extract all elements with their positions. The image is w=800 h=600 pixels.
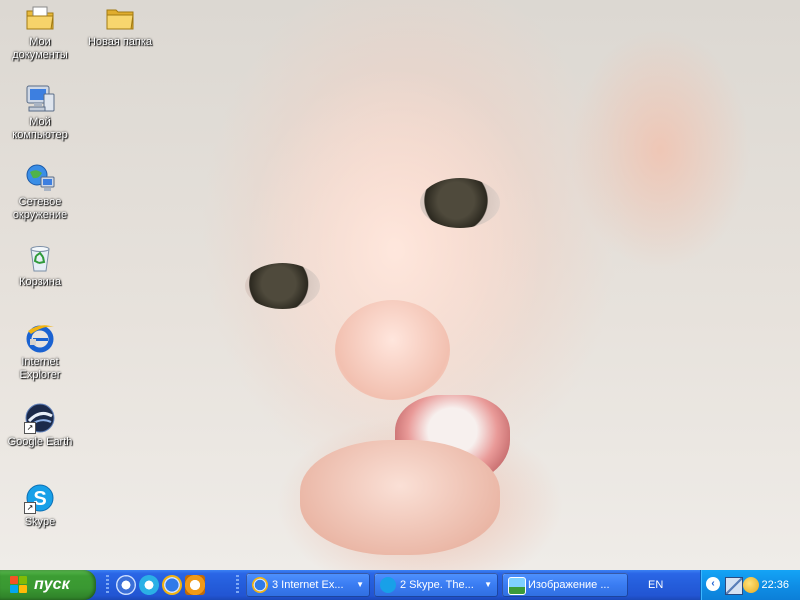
internet-explorer-icon — [252, 577, 268, 593]
my-documents-folder-icon — [24, 2, 56, 34]
internet-explorer-icon[interactable] — [162, 575, 182, 595]
clock-app-icon[interactable] — [185, 575, 205, 595]
media-player-icon[interactable] — [139, 575, 159, 595]
desktop-icon-my-documents[interactable]: Мои документы — [2, 2, 78, 62]
desktop-icon-my-computer[interactable]: Мой компьютер — [2, 82, 78, 142]
internet-explorer-icon — [24, 322, 56, 354]
taskbar-button-skype[interactable]: 2 Skype. The... ▼ — [374, 573, 498, 597]
image-viewer-icon — [508, 577, 526, 595]
taskbar-button-label: 3 Internet Ex... — [272, 579, 344, 591]
shortcut-arrow-icon: ↗ — [24, 422, 36, 434]
toolbar-grip[interactable] — [106, 575, 109, 595]
my-computer-icon — [24, 82, 56, 114]
taskbar-button-image-viewer[interactable]: Изображение ... — [502, 573, 628, 597]
desktop-wallpaper: Мои документы Новая папка Мой компьютер — [0, 0, 800, 570]
shortcut-arrow-icon: ↗ — [24, 502, 36, 514]
network-places-icon — [24, 162, 56, 194]
messenger-status-icon[interactable] — [743, 577, 759, 593]
skype-icon — [380, 577, 396, 593]
windows-logo-icon — [10, 576, 28, 594]
wallpaper-detail — [420, 178, 500, 228]
desktop-icon-label: Мои документы — [12, 36, 68, 61]
clock[interactable]: 22:36 — [761, 570, 789, 600]
group-dropdown-arrow-icon: ▼ — [484, 580, 492, 589]
google-earth-icon: ↗ — [24, 402, 56, 434]
skype-icon: S ↗ — [24, 482, 56, 514]
network-status-icon[interactable] — [725, 577, 743, 595]
wallpaper-detail — [245, 263, 320, 309]
desktop-icon-label: Корзина — [19, 276, 61, 288]
desktop-icon-google-earth[interactable]: ↗ Google Earth — [2, 402, 78, 449]
desktop-icon-label: Сетевое окружение — [12, 196, 68, 221]
recycle-bin-icon — [24, 242, 56, 274]
taskbar-button-label: 2 Skype. The... — [400, 579, 474, 591]
folder-icon — [104, 2, 136, 34]
desktop-icon-label: Internet Explorer — [19, 356, 61, 381]
desktop-icon-recycle-bin[interactable]: Корзина — [2, 242, 78, 289]
wallpaper-detail — [335, 300, 450, 400]
desktop-icon-label: Новая папка — [87, 36, 153, 48]
taskbar: пуск 3 Internet Ex... ▼ 2 Skype. The... … — [0, 570, 800, 600]
language-indicator[interactable]: EN — [648, 570, 663, 600]
desktop-icon-label: Skype — [24, 516, 56, 528]
desktop-icon-skype[interactable]: S ↗ Skype — [2, 482, 78, 529]
start-button-label: пуск — [34, 576, 70, 593]
taskbar-button-internet-explorer[interactable]: 3 Internet Ex... ▼ — [246, 573, 370, 597]
wallpaper-detail — [300, 440, 500, 555]
taskbar-button-label: Изображение ... — [528, 579, 610, 591]
desktop-icon-new-folder[interactable]: Новая папка — [82, 2, 158, 49]
system-tray: ‹ 22:36 — [700, 570, 800, 600]
desktop-icon-label: Мой компьютер — [12, 116, 68, 141]
show-hidden-icons-chevron-icon[interactable]: ‹ — [706, 577, 720, 591]
browser-icon[interactable] — [116, 575, 136, 595]
toolbar-grip[interactable] — [236, 575, 239, 595]
desktop-icon-internet-explorer[interactable]: Internet Explorer — [2, 322, 78, 382]
start-button[interactable]: пуск — [0, 570, 96, 600]
group-dropdown-arrow-icon: ▼ — [356, 580, 364, 589]
desktop-icon-network-places[interactable]: Сетевое окружение — [2, 162, 78, 222]
desktop-icon-label: Google Earth — [7, 436, 73, 448]
